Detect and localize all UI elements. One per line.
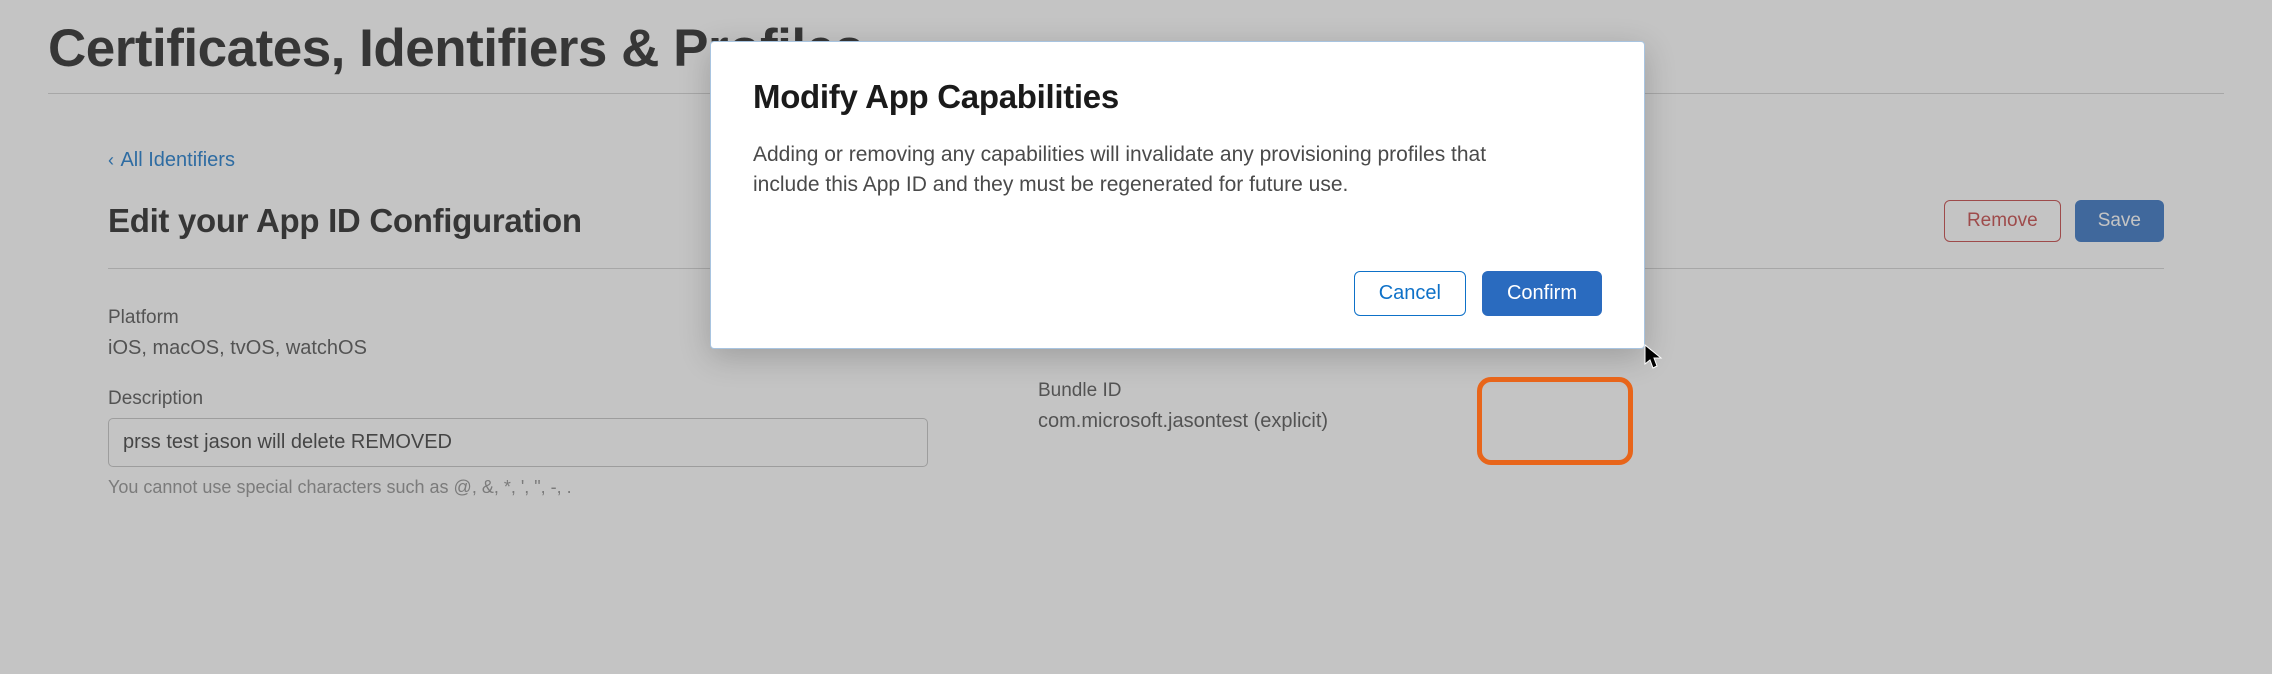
modal-title: Modify App Capabilities bbox=[753, 78, 1602, 116]
cancel-button[interactable]: Cancel bbox=[1354, 271, 1466, 316]
confirm-button[interactable]: Confirm bbox=[1482, 271, 1602, 316]
modify-capabilities-modal: Modify App Capabilities Adding or removi… bbox=[710, 41, 1645, 349]
modal-body-text: Adding or removing any capabilities will… bbox=[753, 140, 1553, 201]
modal-actions: Cancel Confirm bbox=[753, 271, 1602, 316]
